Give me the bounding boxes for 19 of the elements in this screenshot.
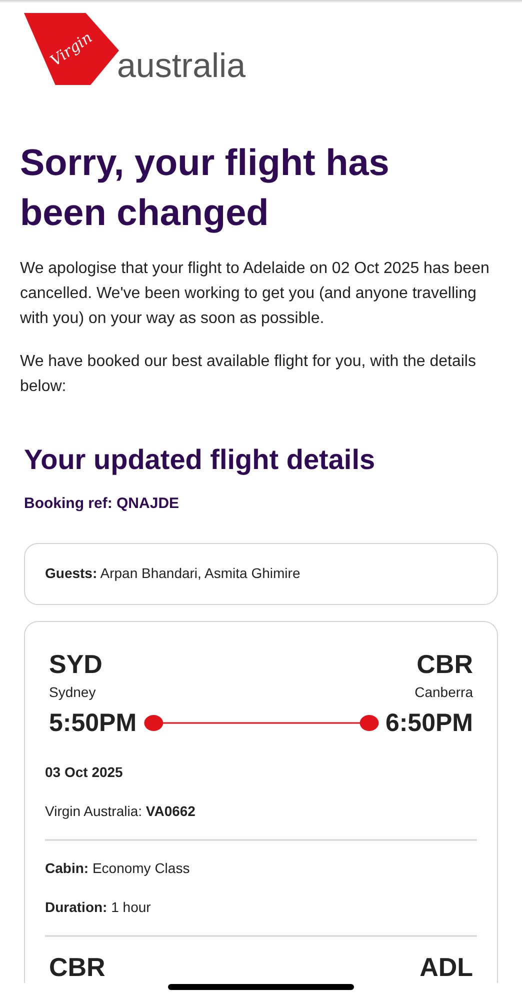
flight-number: Virgin Australia: VA0662 (45, 802, 196, 821)
departure-time: 5:50PM (49, 708, 137, 738)
logo-wordmark: australia (117, 49, 246, 83)
flight-duration: Duration: 1 hour (45, 898, 152, 917)
flight-date: 03 Oct 2025 (45, 763, 124, 782)
destination-code: ADL (420, 951, 473, 983)
origin-code: SYD (49, 648, 102, 680)
cabin-class: Cabin: Economy Class (45, 859, 191, 878)
origin-city: Sydney (49, 682, 96, 702)
destination-city: Canberra (414, 682, 473, 702)
guests-text: Guests: Arpan Bhandari, Asmita Ghimire (45, 564, 300, 583)
section-title: Your updated flight details (24, 443, 376, 477)
arrival-time: 6:50PM (385, 708, 473, 738)
message-paragraph: We have booked our best available flight for you, with the details below: (20, 352, 477, 397)
message-paragraph: We apologise that your flight to Adelaide on 02 Oct 2025 has been cancelled. We've been working to get you (and anyone travelling with you) on your way as soon as possible. (20, 259, 490, 329)
destination-code: CBR (416, 648, 473, 680)
booking-reference: Booking ref: QNAJDE (24, 494, 180, 514)
origin-code: CBR (49, 951, 106, 983)
page-heading: Sorry, your flight has been changed (20, 141, 390, 235)
